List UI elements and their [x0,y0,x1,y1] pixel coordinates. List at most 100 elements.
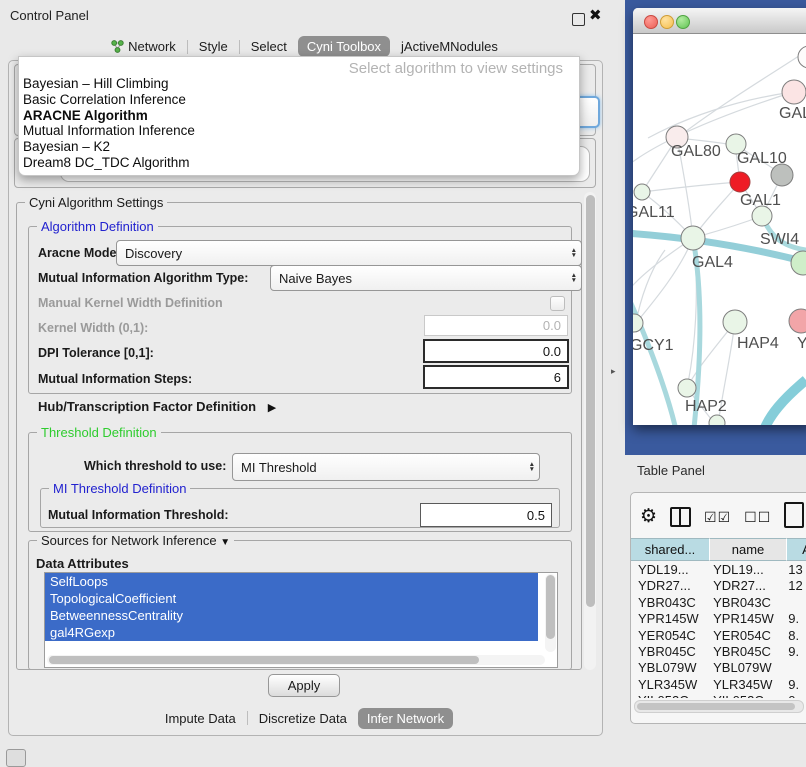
table-horizontal-scrollbar[interactable] [634,700,804,713]
table-row[interactable]: YBL079WYBL079W [631,660,806,676]
node-label: HAP2 [685,398,727,415]
network-canvas[interactable]: GAL GAL80 GAL10 GAL1 GAL11 SWI4 GAL4 GCY… [633,33,806,425]
node-label: GAL1 [740,192,781,209]
node-gray[interactable] [771,164,793,186]
scrollbar-thumb[interactable] [49,656,479,664]
data-attribute-item[interactable]: TopologicalCoefficient [45,590,538,607]
dpi-tolerance-input[interactable] [423,339,569,363]
zoom-traffic-light-icon[interactable] [676,15,690,29]
table-row[interactable]: YER054CYER054C8. [631,628,806,644]
list-horizontal-scrollbar[interactable] [47,655,545,665]
node-gal-edge[interactable] [782,80,806,104]
tab-infer-network-label: Infer Network [367,711,444,726]
minimize-traffic-light-icon[interactable] [660,15,674,29]
data-attribute-item[interactable]: BetweennessCentrality [45,607,538,624]
table-row[interactable]: YDL19...YDL19...13 [631,562,806,578]
float-window-icon[interactable] [572,13,585,26]
aracne-mode-value: Discovery [125,246,567,261]
column-header-name[interactable]: name [710,538,787,561]
node-partial-top[interactable] [798,46,806,68]
tab-style[interactable]: Style [190,36,237,57]
tab-infer-network[interactable]: Infer Network [358,708,453,729]
cell: YBR045C [709,644,785,660]
table-row[interactable]: YDR27...YDR27...12 [631,578,806,594]
aracne-mode-combobox[interactable]: Discovery ▲▼ [116,240,582,266]
algorithm-option[interactable]: Bayesian – K2 [23,139,575,155]
scrollbar-thumb[interactable] [586,195,595,607]
tab-select[interactable]: Select [242,36,296,57]
cell [785,595,806,611]
kernel-width-input[interactable] [424,315,568,336]
tab-network[interactable]: Network [102,36,185,57]
node-gal1[interactable] [752,206,772,226]
cell: YER054C [709,628,785,644]
cyni-algorithm-settings-title: Cyni Algorithm Settings [25,195,167,210]
gear-icon[interactable]: ⚙ [640,507,657,527]
cell: 13 [785,562,806,578]
mi-type-combobox[interactable]: Naive Bayes ▲▼ [270,265,582,291]
mi-steps-input[interactable] [423,365,569,389]
cell: YBL079W [709,660,785,676]
deselect-all-checkboxes-icon[interactable]: ☐☐ [744,509,771,526]
cell: YBR045C [631,644,709,660]
node-salmon[interactable] [789,309,806,333]
table-row[interactable]: YIL052CYIL052C0. [631,693,806,698]
table-row[interactable]: YPR145WYPR145W9. [631,611,806,627]
node-right-green[interactable] [791,251,806,275]
algorithm-option-aracne[interactable]: ARACNE Algorithm [23,108,575,124]
select-all-checkboxes-icon[interactable]: ☑☑ [704,509,731,526]
table-panel-title: Table Panel [637,463,705,478]
scrollbar-thumb[interactable] [637,703,795,710]
cell: YPR145W [631,611,709,627]
algorithm-option[interactable]: Basic Correlation Inference [23,92,575,108]
algorithm-option[interactable]: Dream8 DC_TDC Algorithm [23,155,575,171]
tab-discretize-data[interactable]: Discretize Data [250,708,356,729]
cell: YDL19... [709,562,785,578]
which-threshold-combobox[interactable]: MI Threshold ▲▼ [232,453,540,481]
algorithm-option[interactable]: Bayesian – Hill Climbing [23,76,575,92]
close-traffic-light-icon[interactable] [644,15,658,29]
hub-tf-definition-label: Hub/Transcription Factor Definition [38,399,256,414]
column-header-partial[interactable]: A [787,538,806,561]
node-label: GAL80 [671,143,721,160]
data-attributes-list[interactable]: SelfLoops TopologicalCoefficient Between… [44,572,558,668]
data-attribute-item[interactable]: SelfLoops [45,573,538,590]
node-label: GAL10 [737,150,787,167]
list-vertical-scrollbar[interactable] [545,574,556,652]
node-label: HAP4 [737,335,779,352]
split-columns-icon[interactable] [670,507,691,527]
algorithm-option[interactable]: Mutual Information Inference [23,123,575,139]
close-icon[interactable]: ✖ [589,6,602,24]
node-gal4[interactable] [681,226,705,250]
tab-impute-data[interactable]: Impute Data [156,708,245,729]
column-header-shared[interactable]: shared... [631,538,710,561]
tab-style-label: Style [199,39,228,54]
tab-select-label: Select [251,39,287,54]
settings-vertical-scrollbar[interactable] [584,192,596,670]
node-hap2[interactable] [678,379,696,397]
node-selected-red[interactable] [730,172,750,192]
network-window-titlebar[interactable] [633,8,806,34]
sources-title[interactable]: Sources for Network Inference ▼ [37,533,234,548]
tab-discretize-data-label: Discretize Data [259,711,347,726]
tab-jactivemnodules[interactable]: jActiveMNodules [392,36,507,57]
apply-button[interactable]: Apply [268,674,340,697]
tab-divider [247,711,248,725]
panel-splitter-handle[interactable]: ▸ [611,366,616,377]
mi-threshold-input[interactable] [420,503,552,527]
node-label: GAL11 [633,204,675,221]
bottom-corner-button[interactable] [6,749,26,767]
node-hap4[interactable] [723,310,747,334]
scrollbar-thumb[interactable] [546,575,555,639]
node-gal11[interactable] [634,184,650,200]
manual-kernel-checkbox[interactable] [550,296,565,311]
data-attribute-item[interactable]: gal4RGexp [45,624,538,641]
document-icon[interactable] [784,502,804,528]
table-row[interactable]: YBR043CYBR043C [631,595,806,611]
node-partial-bottom[interactable] [709,415,725,425]
table-row[interactable]: YLR345WYLR345W9. [631,677,806,693]
tab-cyni-toolbox[interactable]: Cyni Toolbox [298,36,390,57]
cell: YPR145W [709,611,785,627]
table-row[interactable]: YBR045CYBR045C9. [631,644,806,660]
hub-tf-definition-toggle[interactable]: Hub/Transcription Factor Definition ▶ [38,399,276,414]
